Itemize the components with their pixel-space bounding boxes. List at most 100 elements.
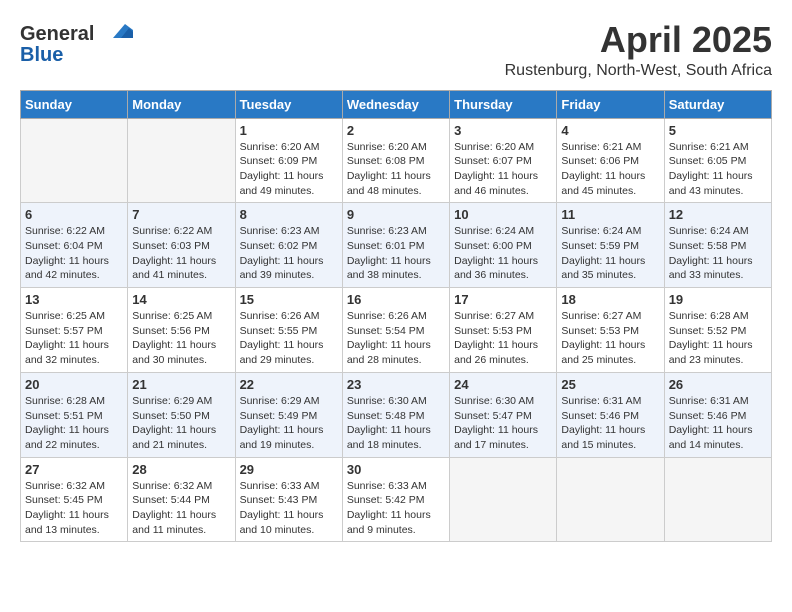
calendar-cell: [128, 118, 235, 203]
day-number: 20: [25, 377, 123, 392]
day-info: Sunrise: 6:33 AMSunset: 5:43 PMDaylight:…: [240, 479, 338, 538]
col-saturday: Saturday: [664, 90, 771, 118]
day-info: Sunrise: 6:24 AMSunset: 6:00 PMDaylight:…: [454, 224, 552, 283]
day-info: Sunrise: 6:25 AMSunset: 5:57 PMDaylight:…: [25, 309, 123, 368]
day-info: Sunrise: 6:27 AMSunset: 5:53 PMDaylight:…: [454, 309, 552, 368]
day-info: Sunrise: 6:30 AMSunset: 5:47 PMDaylight:…: [454, 394, 552, 453]
day-info: Sunrise: 6:30 AMSunset: 5:48 PMDaylight:…: [347, 394, 445, 453]
col-wednesday: Wednesday: [342, 90, 449, 118]
day-info: Sunrise: 6:32 AMSunset: 5:44 PMDaylight:…: [132, 479, 230, 538]
page-header: General Blue April 2025 Rustenburg, Nort…: [20, 20, 772, 80]
day-number: 26: [669, 377, 767, 392]
calendar-cell: 15 Sunrise: 6:26 AMSunset: 5:55 PMDayligh…: [235, 288, 342, 373]
calendar-cell: 13 Sunrise: 6:25 AMSunset: 5:57 PMDayligh…: [21, 288, 128, 373]
calendar-cell: 22 Sunrise: 6:29 AMSunset: 5:49 PMDayligh…: [235, 372, 342, 457]
calendar-week-row: 6 Sunrise: 6:22 AMSunset: 6:04 PMDaylight…: [21, 203, 772, 288]
calendar-cell: 9 Sunrise: 6:23 AMSunset: 6:01 PMDaylight…: [342, 203, 449, 288]
location-title: Rustenburg, North-West, South Africa: [505, 62, 772, 80]
day-number: 24: [454, 377, 552, 392]
col-tuesday: Tuesday: [235, 90, 342, 118]
day-info: Sunrise: 6:22 AMSunset: 6:04 PMDaylight:…: [25, 224, 123, 283]
logo-blue-text: Blue: [20, 44, 63, 66]
day-info: Sunrise: 6:33 AMSunset: 5:42 PMDaylight:…: [347, 479, 445, 538]
day-number: 12: [669, 207, 767, 222]
calendar-cell: 30Sunrise: 6:33 AMSunset: 5:42 PMDayligh…: [342, 457, 449, 542]
day-number: 22: [240, 377, 338, 392]
day-number: 11: [561, 207, 659, 222]
calendar-cell: 4Sunrise: 6:21 AMSunset: 6:06 PMDaylight…: [557, 118, 664, 203]
day-number: 21: [132, 377, 230, 392]
calendar-cell: 12Sunrise: 6:24 AMSunset: 5:58 PMDayligh…: [664, 203, 771, 288]
day-info: Sunrise: 6:23 AMSunset: 6:01 PMDaylight:…: [347, 224, 445, 283]
calendar-week-row: 1Sunrise: 6:20 AMSunset: 6:09 PMDaylight…: [21, 118, 772, 203]
day-number: 8: [240, 207, 338, 222]
day-info: Sunrise: 6:29 AMSunset: 5:49 PMDaylight:…: [240, 394, 338, 453]
col-monday: Monday: [128, 90, 235, 118]
day-info: Sunrise: 6:21 AMSunset: 6:05 PMDaylight:…: [669, 140, 767, 199]
calendar-cell: 26 Sunrise: 6:31 AMSunset: 5:46 PMDayligh…: [664, 372, 771, 457]
calendar-cell: 8 Sunrise: 6:23 AMSunset: 6:02 PMDaylight…: [235, 203, 342, 288]
calendar-cell: 29 Sunrise: 6:33 AMSunset: 5:43 PMDayligh…: [235, 457, 342, 542]
calendar-cell: 21 Sunrise: 6:29 AMSunset: 5:50 PMDayligh…: [128, 372, 235, 457]
day-info: Sunrise: 6:26 AMSunset: 5:55 PMDaylight:…: [240, 309, 338, 368]
calendar-cell: 27Sunrise: 6:32 AMSunset: 5:45 PMDayligh…: [21, 457, 128, 542]
calendar-cell: 17Sunrise: 6:27 AMSunset: 5:53 PMDayligh…: [450, 288, 557, 373]
day-number: 27: [25, 462, 123, 477]
day-info: Sunrise: 6:20 AMSunset: 6:08 PMDaylight:…: [347, 140, 445, 199]
day-info: Sunrise: 6:27 AMSunset: 5:53 PMDaylight:…: [561, 309, 659, 368]
calendar-week-row: 27Sunrise: 6:32 AMSunset: 5:45 PMDayligh…: [21, 457, 772, 542]
calendar-cell: 25Sunrise: 6:31 AMSunset: 5:46 PMDayligh…: [557, 372, 664, 457]
calendar-week-row: 20Sunrise: 6:28 AMSunset: 5:51 PMDayligh…: [21, 372, 772, 457]
day-number: 16: [347, 292, 445, 307]
day-info: Sunrise: 6:25 AMSunset: 5:56 PMDaylight:…: [132, 309, 230, 368]
day-number: 19: [669, 292, 767, 307]
day-number: 5: [669, 123, 767, 138]
calendar-header-row: Sunday Monday Tuesday Wednesday Thursday…: [21, 90, 772, 118]
logo-icon: [103, 20, 133, 40]
calendar-cell: 24 Sunrise: 6:30 AMSunset: 5:47 PMDayligh…: [450, 372, 557, 457]
day-number: 7: [132, 207, 230, 222]
day-info: Sunrise: 6:20 AMSunset: 6:07 PMDaylight:…: [454, 140, 552, 199]
calendar-cell: 20Sunrise: 6:28 AMSunset: 5:51 PMDayligh…: [21, 372, 128, 457]
day-number: 28: [132, 462, 230, 477]
calendar-cell: 3 Sunrise: 6:20 AMSunset: 6:07 PMDaylight…: [450, 118, 557, 203]
calendar-cell: 6 Sunrise: 6:22 AMSunset: 6:04 PMDaylight…: [21, 203, 128, 288]
day-number: 1: [240, 123, 338, 138]
day-number: 3: [454, 123, 552, 138]
day-info: Sunrise: 6:21 AMSunset: 6:06 PMDaylight:…: [561, 140, 659, 199]
day-info: Sunrise: 6:31 AMSunset: 5:46 PMDaylight:…: [669, 394, 767, 453]
day-number: 18: [561, 292, 659, 307]
col-thursday: Thursday: [450, 90, 557, 118]
calendar-cell: 18 Sunrise: 6:27 AMSunset: 5:53 PMDayligh…: [557, 288, 664, 373]
calendar-cell: 16Sunrise: 6:26 AMSunset: 5:54 PMDayligh…: [342, 288, 449, 373]
calendar-cell: 5 Sunrise: 6:21 AMSunset: 6:05 PMDaylight…: [664, 118, 771, 203]
day-number: 13: [25, 292, 123, 307]
calendar-cell: 19 Sunrise: 6:28 AMSunset: 5:52 PMDayligh…: [664, 288, 771, 373]
calendar-cell: [21, 118, 128, 203]
title-section: April 2025 Rustenburg, North-West, South…: [505, 20, 772, 80]
calendar-cell: [664, 457, 771, 542]
day-number: 15: [240, 292, 338, 307]
day-info: Sunrise: 6:29 AMSunset: 5:50 PMDaylight:…: [132, 394, 230, 453]
day-number: 6: [25, 207, 123, 222]
calendar-cell: 7Sunrise: 6:22 AMSunset: 6:03 PMDaylight…: [128, 203, 235, 288]
calendar-cell: 10 Sunrise: 6:24 AMSunset: 6:00 PMDayligh…: [450, 203, 557, 288]
calendar-table: Sunday Monday Tuesday Wednesday Thursday…: [20, 90, 772, 543]
day-info: Sunrise: 6:23 AMSunset: 6:02 PMDaylight:…: [240, 224, 338, 283]
calendar-cell: 14 Sunrise: 6:25 AMSunset: 5:56 PMDayligh…: [128, 288, 235, 373]
calendar-cell: 28 Sunrise: 6:32 AMSunset: 5:44 PMDayligh…: [128, 457, 235, 542]
calendar-cell: 1Sunrise: 6:20 AMSunset: 6:09 PMDaylight…: [235, 118, 342, 203]
day-number: 10: [454, 207, 552, 222]
calendar-cell: 23 Sunrise: 6:30 AMSunset: 5:48 PMDayligh…: [342, 372, 449, 457]
logo: General Blue: [20, 20, 133, 66]
day-number: 14: [132, 292, 230, 307]
day-number: 23: [347, 377, 445, 392]
day-info: Sunrise: 6:28 AMSunset: 5:52 PMDaylight:…: [669, 309, 767, 368]
day-number: 25: [561, 377, 659, 392]
day-number: 2: [347, 123, 445, 138]
calendar-cell: [450, 457, 557, 542]
day-number: 29: [240, 462, 338, 477]
calendar-cell: [557, 457, 664, 542]
logo-general-text: General: [20, 23, 94, 45]
day-number: 9: [347, 207, 445, 222]
